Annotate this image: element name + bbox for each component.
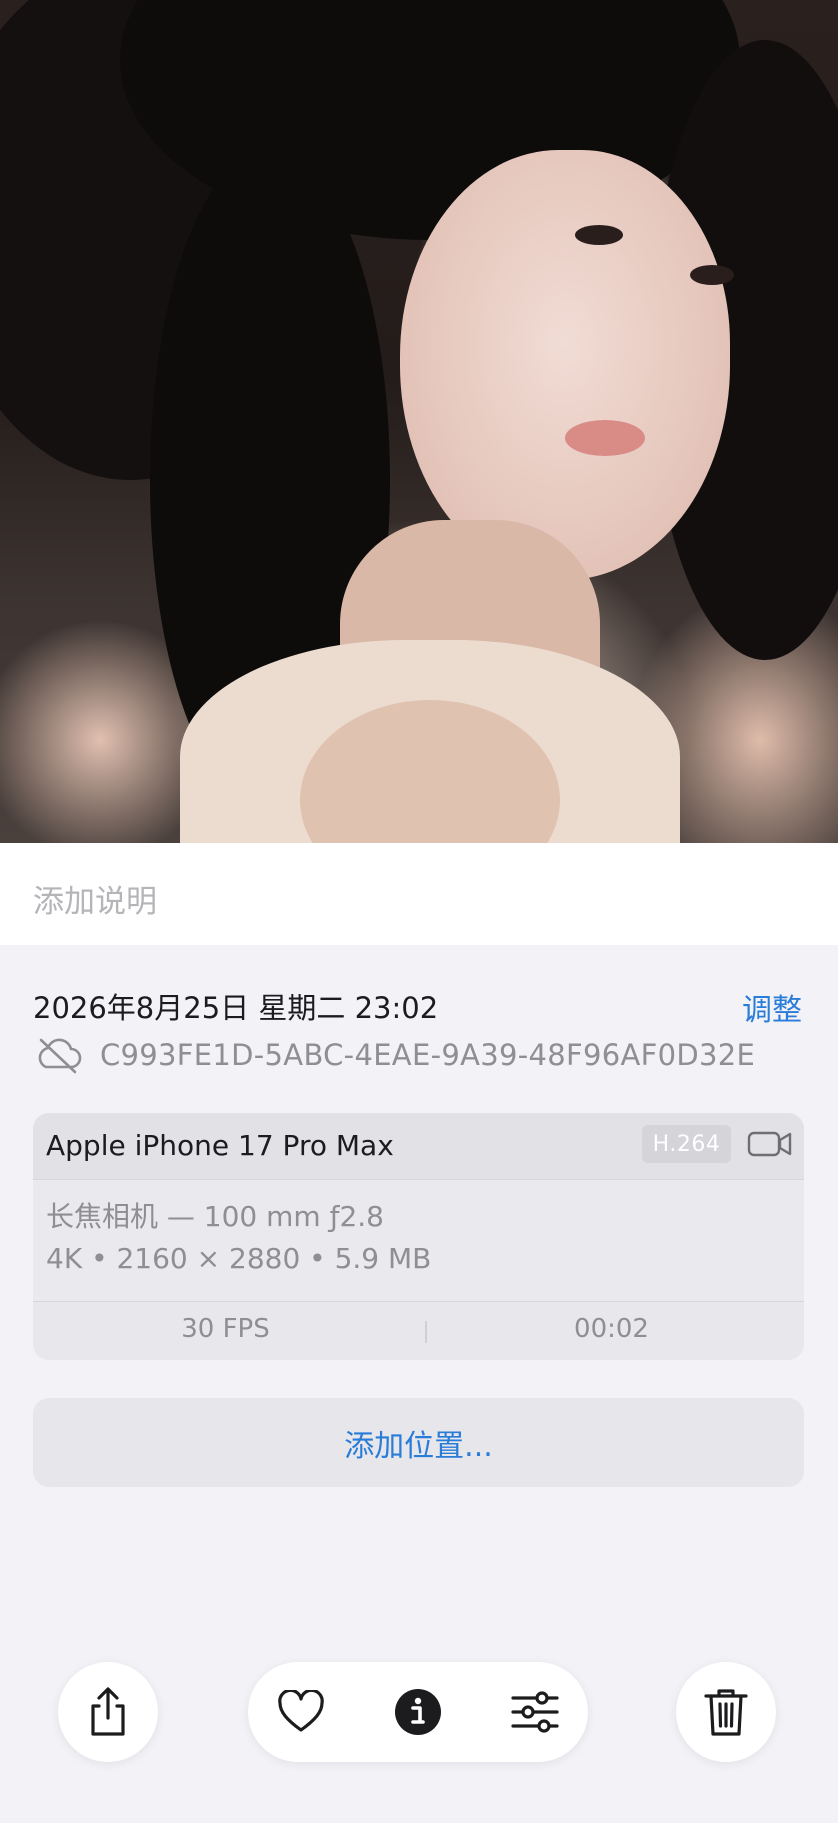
adjust-button[interactable]: 调整 xyxy=(742,985,802,1029)
device-name: Apple iPhone 17 Pro Max xyxy=(46,1129,394,1162)
action-pill xyxy=(248,1662,588,1762)
cloud-slash-icon xyxy=(38,1038,82,1074)
camera-info-card: Apple iPhone 17 Pro Max H.264 长焦相机 — 100… xyxy=(33,1113,804,1360)
camera-card-footer: 30 FPS 00:02 xyxy=(33,1301,804,1360)
frame-rate: 30 FPS xyxy=(181,1314,270,1344)
share-icon xyxy=(91,1687,125,1736)
asset-identifier: C993FE1D-5ABC-4EAE-9A39-48F96AF0D32E xyxy=(100,1038,756,1072)
caption-input[interactable]: 添加说明 xyxy=(33,876,157,921)
info-icon xyxy=(395,1689,441,1735)
video-duration: 00:02 xyxy=(574,1314,649,1344)
video-camera-icon xyxy=(747,1131,792,1157)
share-button[interactable] xyxy=(58,1662,158,1762)
photo-preview[interactable] xyxy=(0,0,838,843)
adjust-sliders-icon xyxy=(511,1691,559,1733)
edit-button[interactable] xyxy=(510,1687,560,1737)
delete-button[interactable] xyxy=(676,1662,776,1762)
trash-icon xyxy=(704,1689,748,1736)
camera-card-header: Apple iPhone 17 Pro Max H.264 xyxy=(33,1113,804,1180)
add-location-button[interactable]: 添加位置... xyxy=(33,1398,804,1487)
capture-date: 2026年8月25日 星期二 23:02 xyxy=(33,991,439,1025)
info-button[interactable] xyxy=(393,1687,443,1737)
heart-icon xyxy=(278,1690,324,1732)
favorite-button[interactable] xyxy=(276,1687,326,1737)
lens-info: 长焦相机 — 100 mm ƒ2.8 xyxy=(46,1200,384,1233)
codec-badge: H.264 xyxy=(642,1125,731,1163)
media-specs: 4K • 2160 × 2880 • 5.9 MB xyxy=(46,1242,432,1275)
